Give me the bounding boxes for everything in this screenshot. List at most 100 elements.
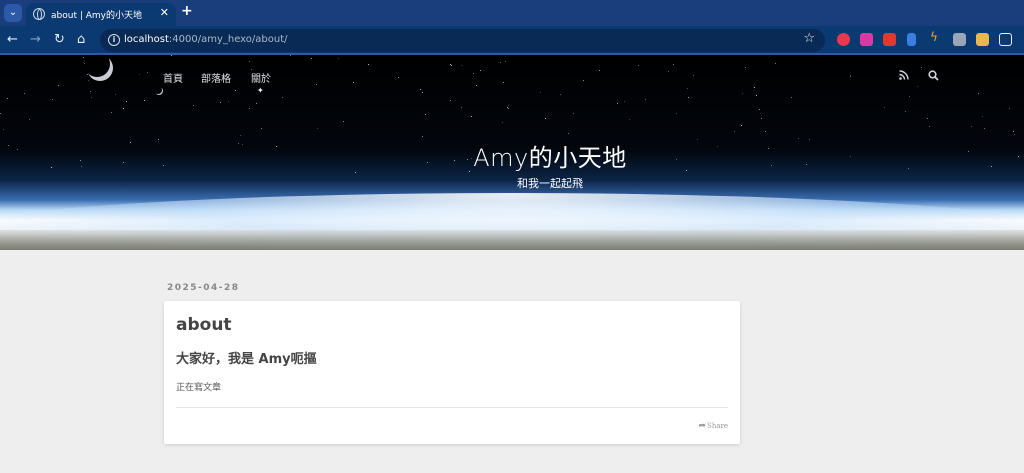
star-dot [560,94,561,95]
extension-icon[interactable] [860,33,873,46]
star-icon[interactable]: ☆ [803,31,815,46]
extension-icon[interactable] [837,33,850,46]
star-dot [88,80,89,81]
star-dot [256,103,257,104]
star-dot [775,63,776,64]
star-dot [316,84,317,85]
post-body: 正在寫文章 [176,383,222,393]
nav-blog[interactable]: 部落格 [201,70,231,85]
site-info-icon[interactable]: i [108,34,120,46]
site-title: Amy的小天地 [473,144,627,172]
back-icon[interactable]: ← [7,32,18,48]
tab-title: about | Amy的小天地 [51,11,142,21]
nav-home[interactable]: 首頁 [163,70,183,85]
star-dot [638,65,639,66]
reload-icon[interactable]: ↻ [54,32,65,48]
star-dot [984,128,985,129]
star-dot [668,71,669,72]
tab-list-icon[interactable]: ⌄ [4,4,22,22]
star-dot [343,121,344,122]
star-dot [471,116,472,117]
star-dot [52,99,53,100]
extensions-icon[interactable] [999,33,1012,46]
close-icon[interactable]: ✕ [160,6,169,19]
divider [176,407,728,408]
browser-toolbar: ← → ↻ ⌂ i localhost:4000/amy_hexo/about/… [0,26,1024,55]
star-dot [111,112,112,113]
star-sparkle: ✦ [257,86,264,95]
star-dot [734,131,735,132]
extension-icon[interactable] [953,33,966,46]
star-dot [1014,134,1015,135]
post-date: 2025-04-28 [167,283,240,293]
star-dot [693,75,694,76]
star-dot [368,64,369,65]
url-text[interactable]: localhost:4000/amy_hexo/about/ [124,34,288,45]
star-dot [422,136,423,137]
star-dot [540,92,541,93]
plus-icon[interactable]: + [181,3,193,19]
post-title[interactable]: about [176,315,232,335]
star-dot [147,72,148,73]
star-dot [422,92,423,93]
extension-icon[interactable] [907,33,916,46]
star-dot [688,97,689,98]
star-dot [480,70,481,71]
star-dot [171,55,172,56]
browser-tab[interactable]: about | Amy的小天地 ✕ [26,3,176,26]
star-dot [317,128,318,129]
rss-icon[interactable] [899,70,909,80]
star-dot [398,77,399,78]
star-dot [545,118,546,119]
star-dot [917,86,918,87]
star-dot [91,97,92,98]
star-dot [745,67,746,68]
star-dot [508,108,509,109]
star-dot [123,108,124,109]
star-dot [1009,108,1010,109]
star-dot [261,128,262,129]
star-dot [568,133,569,134]
star-dot [673,64,674,65]
star-dot [645,99,646,100]
star-dot [929,126,930,127]
home-icon[interactable]: ⌂ [77,32,85,48]
star-dot [756,95,757,96]
star-dot [193,105,194,106]
star-dot [425,114,426,115]
star-dot [599,70,600,71]
star-dot [115,94,116,95]
star-dot [742,93,743,94]
star-dot [473,73,474,74]
star-dot [87,74,88,75]
star-dot [759,109,760,110]
extension-icon[interactable]: ϟ [930,30,938,44]
star-dot [83,57,84,58]
star-dot [850,76,851,77]
star-dot [754,87,755,88]
search-icon[interactable] [928,70,939,81]
star-dot [505,61,506,62]
share-label: Share [707,422,728,430]
star-dot [240,135,241,136]
star-dot [228,101,229,102]
star-dot [500,62,501,63]
star-dot [617,103,618,104]
share-icon: ➦ [698,421,707,431]
star-dot [905,111,906,112]
star-dot [126,101,127,102]
star-dot [450,100,451,101]
star-dot [629,119,630,120]
star-dot [978,93,979,94]
nav-about[interactable]: 關於 [251,70,271,85]
extension-icon[interactable] [883,33,896,46]
address-bar[interactable]: i localhost:4000/amy_hexo/about/ ☆ [100,29,825,52]
share-button[interactable]: ➦Share [698,421,728,431]
star-dot [84,63,85,64]
extension-icon[interactable] [976,33,989,46]
star-dot [461,65,462,66]
post-heading: 大家好，我是 Amy呃摳 [176,352,317,367]
star-dot [144,100,145,101]
forward-icon[interactable]: → [30,32,41,48]
planet-image [154,86,162,94]
